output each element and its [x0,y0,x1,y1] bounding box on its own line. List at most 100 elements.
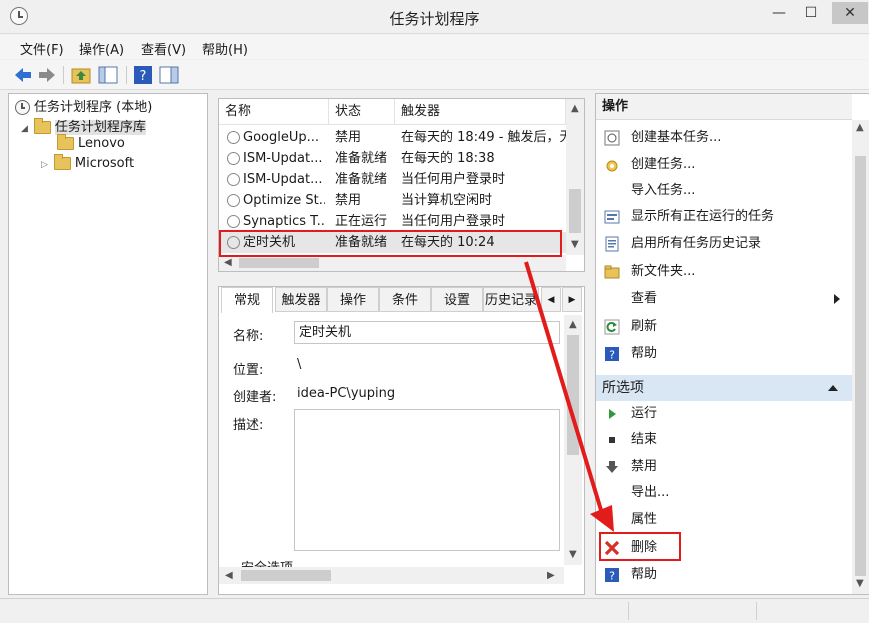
minimize-button[interactable]: — [763,2,795,24]
action-help-selected[interactable]: ? 帮助 [596,562,852,588]
selected-item-header[interactable]: 所选项 [596,375,852,401]
table-row[interactable]: GoogleUp... 禁用 在每天的 18:49 - 触发后，无 [219,127,566,148]
tab-scroll-left-icon[interactable]: ◀ [541,287,561,312]
action-end[interactable]: 结束 [596,427,852,453]
close-button[interactable]: ✕ [832,2,868,24]
back-icon[interactable] [12,64,34,86]
scroll-left-icon[interactable]: ◀ [225,570,233,581]
tab-conditions[interactable]: 条件 [379,287,431,312]
task-clock-icon [227,131,240,144]
action-refresh[interactable]: 刷新 [596,314,852,340]
status-bar [0,598,869,623]
action-pane-icon[interactable] [158,64,180,86]
tree-root[interactable]: 任务计划程序 (本地) [15,96,152,115]
action-display-running-tasks[interactable]: 显示所有正在运行的任务 [596,204,852,230]
menu-help[interactable]: 帮助(H) [202,39,248,58]
scroll-right-icon[interactable]: ▶ [547,570,555,581]
submenu-arrow-icon [834,294,840,304]
run-icon [609,409,616,419]
task-details: 常规 触发器 操作 条件 设置 历史记录 ◀ ▶ 名称: 定时关机 位置: \ … [218,286,585,595]
show-hide-pane-icon[interactable] [97,64,119,86]
collapsed-arrow-icon[interactable]: ▷ [41,160,48,170]
menu-action[interactable]: 操作(A) [79,39,124,58]
help-icon: ? [605,568,619,583]
svg-text:?: ? [609,349,615,362]
scroll-up-icon[interactable]: ▲ [856,122,864,133]
column-name[interactable]: 名称 [219,99,329,125]
name-field[interactable]: 定时关机 [294,321,560,344]
tree-library[interactable]: ◢ 任务计划程序库 [21,116,146,135]
task-clock-icon [227,194,240,207]
author-value: idea-PC\yuping [297,386,396,401]
author-label: 创建者: [233,390,277,405]
location-label: 位置: [233,363,264,378]
task-list: 名称 状态 触发器 GoogleUp... 禁用 在每天的 18:49 - 触发… [218,98,585,272]
column-trigger[interactable]: 触发器 [395,99,566,125]
scroll-down-icon[interactable]: ▼ [569,549,577,560]
action-new-folder[interactable]: 新文件夹... [596,259,852,285]
action-view[interactable]: 查看 [596,286,852,312]
end-icon [609,437,615,443]
up-folder-icon[interactable] [70,64,92,86]
task-list-vscrollbar[interactable]: ▲ ▼ [566,99,584,255]
actions-header: 操作 [596,94,852,120]
maximize-button[interactable]: ☐ [795,2,827,24]
create-task-icon [606,160,618,172]
table-row[interactable]: ISM-Updat... 准备就绪 当任何用户登录时 [219,169,566,190]
action-properties[interactable]: 属性 [596,507,852,533]
tab-history[interactable]: 历史记录 [483,287,539,312]
name-label: 名称: [233,329,264,344]
menu-view[interactable]: 查看(V) [141,39,186,58]
action-help[interactable]: ? 帮助 [596,341,852,367]
running-tasks-icon [604,210,620,224]
menu-file[interactable]: 文件(F) [20,39,64,58]
tab-actions[interactable]: 操作 [327,287,379,312]
create-basic-task-icon [604,130,620,146]
svg-text:?: ? [140,69,147,84]
collapse-arrow-icon[interactable] [828,385,838,391]
clock-icon [15,100,30,115]
actions-vscrollbar[interactable]: ▲ ▼ [852,120,869,594]
folder-icon [57,134,74,150]
task-clock-icon [227,215,240,228]
delete-highlight-box [599,532,681,561]
expanded-arrow-icon[interactable]: ◢ [21,124,28,134]
navigation-tree: 任务计划程序 (本地) ◢ 任务计划程序库 Lenovo ▷ Microsoft [8,93,208,595]
location-value: \ [297,357,302,372]
details-vscrollbar[interactable]: ▲ ▼ [564,315,582,565]
disable-icon [606,461,618,473]
task-clock-icon [227,173,240,186]
action-export[interactable]: 导出... [596,480,852,506]
help-icon[interactable]: ? [132,64,154,86]
task-list-hscrollbar[interactable]: ◀ [219,255,566,271]
tab-general[interactable]: 常规 [221,287,273,313]
table-row[interactable]: Synaptics T... 正在运行 当任何用户登录时 [219,211,566,232]
scroll-left-icon[interactable]: ◀ [224,257,232,268]
security-options-label: 安全选项 [241,557,293,567]
scroll-down-icon[interactable]: ▼ [856,578,864,589]
table-row[interactable]: Optimize St... 禁用 当计算机空闲时 [219,190,566,211]
action-create-basic-task[interactable]: 创建基本任务... [596,125,852,151]
scroll-up-icon[interactable]: ▲ [571,103,579,114]
description-field[interactable] [294,409,560,551]
tab-scroll-right-icon[interactable]: ▶ [562,287,582,312]
action-import-task[interactable]: 导入任务... [596,178,852,204]
tab-triggers[interactable]: 触发器 [275,287,327,312]
table-row[interactable]: ISM-Updat... 准备就绪 在每天的 18:38 [219,148,566,169]
window-title: 任务计划程序 [389,10,480,28]
refresh-icon [604,319,620,335]
task-clock-icon [227,152,240,165]
forward-icon[interactable] [36,64,58,86]
tree-item-lenovo[interactable]: Lenovo [57,134,125,151]
scroll-down-icon[interactable]: ▼ [571,239,579,250]
action-create-task[interactable]: 创建任务... [596,152,852,178]
details-hscrollbar[interactable]: ◀ ▶ [219,567,564,584]
description-label: 描述: [233,418,264,433]
action-enable-history[interactable]: 启用所有任务历史记录 [596,231,852,257]
action-disable[interactable]: 禁用 [596,454,852,480]
action-run[interactable]: 运行 [596,401,852,427]
scroll-up-icon[interactable]: ▲ [569,319,577,330]
column-status[interactable]: 状态 [329,99,395,125]
tab-settings[interactable]: 设置 [431,287,483,312]
tree-item-microsoft[interactable]: ▷ Microsoft [41,154,134,171]
